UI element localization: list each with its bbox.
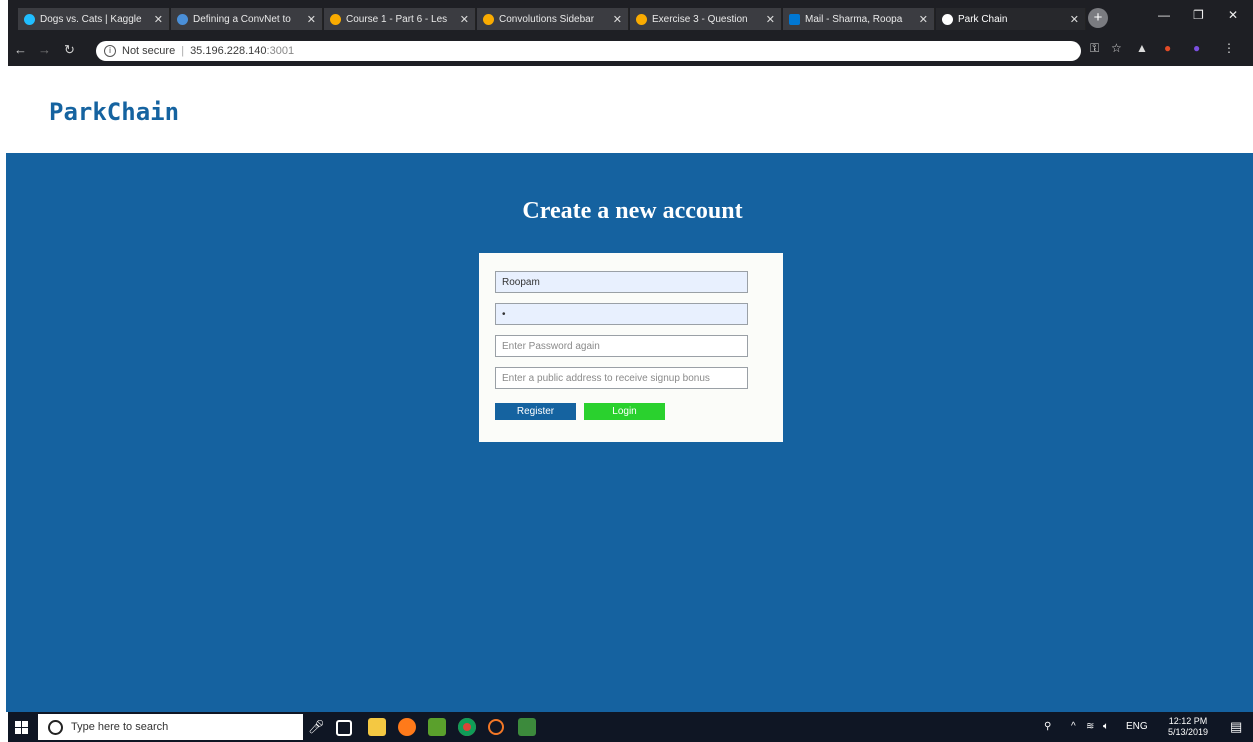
close-icon[interactable]: ✕ [766,13,775,26]
file-explorer-icon[interactable] [368,718,386,736]
microphone-icon[interactable]: 🎤︎ [308,719,325,735]
tab-title: Park Chain [958,13,1008,25]
reload-icon[interactable]: ↻ [64,42,75,58]
cortana-icon [48,719,63,735]
close-icon[interactable]: ✕ [460,13,469,26]
security-label: Not secure [122,45,176,57]
new-tab-button[interactable]: + [1088,8,1108,28]
address-bar[interactable]: i Not secure | 35.196.228.140:3001 [96,41,1081,61]
tab-mail[interactable]: Mail - Sharma, Roopa ✕ [783,8,935,30]
taskbar-search[interactable]: Type here to search [38,714,303,740]
extension-red-icon[interactable]: ● [1164,41,1171,55]
menu-icon[interactable]: ⋮ [1223,41,1235,55]
info-icon[interactable]: i [104,45,116,57]
app-icon[interactable] [428,718,446,736]
url-host: 35.196.228.140 [190,45,267,57]
windows-taskbar: Type here to search 🎤︎ ⚲ ^ ≋ 🔈︎ ENG 12:1… [8,712,1253,742]
tab-convolutions-sidebar[interactable]: Convolutions Sidebar ✕ [477,8,629,30]
tab-park-chain[interactable]: Park Chain ✕ [936,8,1086,30]
tab-exercise-3[interactable]: Exercise 3 - Question ✕ [630,8,782,30]
volume-icon[interactable]: 🔈︎ [1103,721,1109,732]
extension-icon[interactable]: ▲ [1136,41,1148,55]
url-separator: | [181,45,185,57]
login-button[interactable]: Login [584,403,665,420]
people-icon[interactable]: ⚲ [1044,721,1051,732]
outlook-icon [789,13,800,25]
system-clock[interactable]: 12:12 PM 5/13/2019 [1168,716,1208,738]
tab-dogs-vs-cats[interactable]: Dogs vs. Cats | Kaggle ✕ [18,8,170,30]
tab-title: Defining a ConvNet to [193,13,291,25]
registration-section: Create a new account Register Login [6,153,1253,712]
tab-title: Convolutions Sidebar [499,13,595,25]
task-view-icon[interactable] [336,720,352,736]
window-close-icon[interactable]: ✕ [1228,8,1238,22]
browser-tab-strip: Dogs vs. Cats | Kaggle ✕ Defining a Conv… [8,0,1253,36]
register-button[interactable]: Register [495,403,576,420]
taskbar-search-placeholder: Type here to search [71,721,169,733]
colab-icon [483,13,494,25]
url-port: :3001 [266,45,295,57]
close-icon[interactable]: ✕ [154,13,163,26]
kaggle-icon [24,13,35,25]
notepad-icon[interactable] [518,718,536,736]
confirm-password-input[interactable] [495,335,748,357]
page-title: Create a new account [522,198,743,224]
password-input[interactable] [495,303,748,325]
close-icon[interactable]: ✕ [919,13,928,26]
profile-avatar-icon[interactable]: ● [1193,41,1200,55]
tab-title: Dogs vs. Cats | Kaggle [40,13,142,25]
firefox-icon[interactable] [398,718,416,736]
clock-time: 12:12 PM [1168,716,1208,726]
bookmark-star-icon[interactable]: ☆ [1111,41,1122,55]
key-icon[interactable]: ⚿ [1090,41,1099,56]
tab-defining-convnet[interactable]: Defining a ConvNet to ✕ [171,8,323,30]
tab-course-1[interactable]: Course 1 - Part 6 - Les ✕ [324,8,476,30]
public-address-input[interactable] [495,367,748,389]
link-icon [177,13,188,25]
close-icon[interactable]: ✕ [1070,13,1079,26]
language-indicator[interactable]: ENG [1126,721,1148,732]
close-icon[interactable]: ✕ [307,13,316,26]
chevron-up-icon[interactable]: ^ [1071,721,1076,732]
wifi-icon[interactable]: ≋ [1086,721,1094,732]
globe-icon [942,13,953,25]
forward-arrow-icon[interactable]: → [38,42,51,57]
chrome-icon[interactable] [458,718,476,736]
jupyter-icon[interactable] [488,719,504,735]
back-arrow-icon[interactable]: ← [14,42,27,57]
close-icon[interactable]: ✕ [613,13,622,26]
maximize-icon[interactable]: ❐ [1193,8,1204,22]
windows-start-icon[interactable] [15,721,28,734]
colab-icon [636,13,647,25]
colab-icon [330,13,341,25]
tab-title: Exercise 3 - Question [652,13,748,25]
brand-logo[interactable]: ParkChain [49,98,179,126]
registration-form: Register Login [479,253,783,442]
clock-date: 5/13/2019 [1168,727,1209,737]
notifications-icon[interactable]: ▤ [1230,719,1242,735]
username-input[interactable] [495,271,748,293]
tab-title: Mail - Sharma, Roopa [805,13,903,25]
browser-toolbar: ← → ↻ i Not secure | 35.196.228.140:3001… [8,36,1253,66]
tab-title: Course 1 - Part 6 - Les [346,13,448,25]
minimize-icon[interactable]: — [1158,8,1170,22]
